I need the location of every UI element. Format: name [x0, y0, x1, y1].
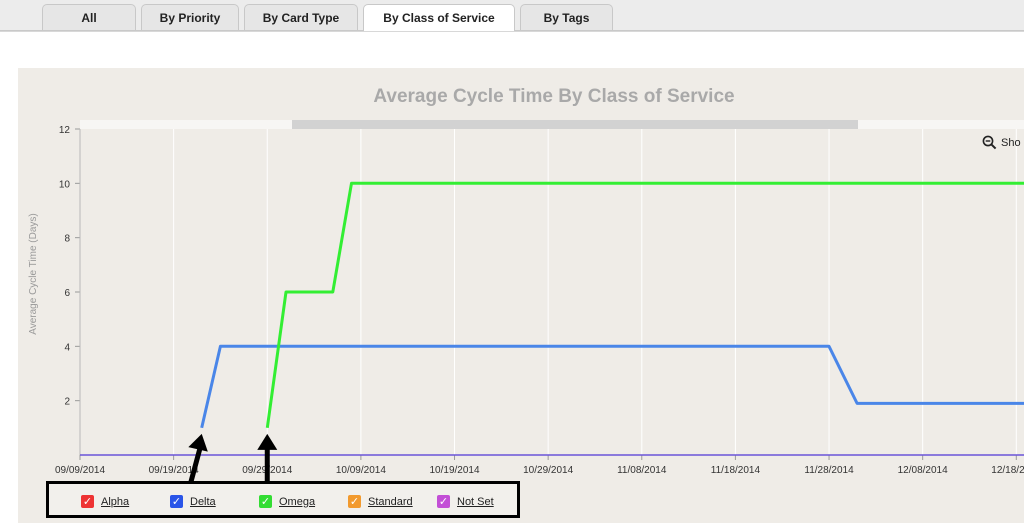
legend-item-alpha[interactable]: ✓ Alpha [81, 495, 129, 508]
chart-title: Average Cycle Time By Class of Service [373, 86, 734, 107]
checkmark-icon: ✓ [81, 495, 94, 508]
annotation-arrow-head [257, 433, 278, 450]
y-tick-label: 2 [64, 397, 70, 408]
legend-label: Delta [190, 495, 216, 508]
navigator-handle[interactable] [292, 120, 858, 129]
y-tick-label: 8 [64, 234, 70, 245]
zoom-out-magnifier-icon [982, 135, 997, 150]
x-tick-label: 12/18/2014 [991, 465, 1024, 476]
y-tick-label: 4 [64, 342, 70, 353]
legend-item-not-set[interactable]: ✓ Not Set [437, 495, 494, 508]
legend-label: Not Set [457, 495, 494, 508]
legend-label: Omega [279, 495, 316, 508]
x-tick-label: 11/08/2014 [617, 465, 667, 476]
series-line-omega [265, 181, 1024, 429]
checkmark-icon: ✓ [437, 495, 450, 508]
show-button-label: Sho [1001, 136, 1021, 149]
grid-lines [79, 129, 1017, 455]
y-axis-label: Average Cycle Time (Days) [28, 213, 39, 335]
checkmark-icon: ✓ [348, 495, 361, 508]
x-tick-label: 10/29/2014 [523, 465, 573, 476]
y-tick-label: 12 [59, 125, 71, 136]
y-tick-label: 6 [64, 288, 70, 299]
x-tick-label: 09/09/2014 [55, 465, 105, 476]
legend-label: Standard [368, 495, 413, 508]
y-tick-label: 10 [59, 179, 71, 190]
x-axis-ticks: 09/09/201409/19/201409/29/201410/09/2014… [55, 455, 1024, 476]
legend-item-standard[interactable]: ✓ Standard [348, 495, 413, 508]
x-tick-label: 11/28/2014 [804, 465, 854, 476]
x-tick-label: 10/19/2014 [429, 465, 479, 476]
series-lines [80, 181, 1024, 456]
series-line-delta [200, 344, 1024, 429]
checkmark-icon: ✓ [170, 495, 183, 508]
cycle-time-chart: Average Cycle Time By Class of Service A… [28, 86, 1024, 495]
legend: ✓ Alpha ✓ Delta ✓ Omega ✓ Standard ✓ Not… [46, 481, 520, 518]
checkmark-icon: ✓ [259, 495, 272, 508]
legend-item-omega[interactable]: ✓ Omega [259, 495, 315, 508]
y-axis-ticks: 2 4 6 8 10 12 [59, 125, 80, 408]
x-tick-label: 11/18/2014 [711, 465, 761, 476]
x-tick-label: 10/09/2014 [336, 465, 386, 476]
x-tick-label: 12/08/2014 [898, 465, 948, 476]
annotation-arrow-head [188, 433, 208, 452]
legend-item-delta[interactable]: ✓ Delta [170, 495, 216, 508]
legend-label: Alpha [101, 495, 130, 508]
show-button[interactable]: Sho [982, 135, 1021, 150]
